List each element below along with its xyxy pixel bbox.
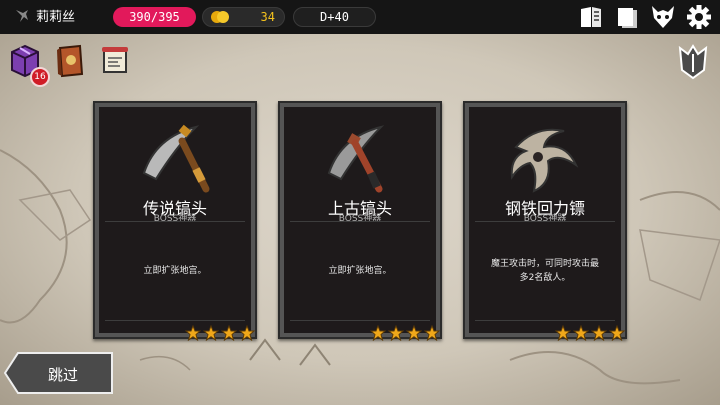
card-description: 立即扩张地宫。 (328, 266, 392, 276)
card-description: 立即扩张地宫。 (143, 266, 207, 276)
card-description-box: 立即扩张地宫。 (290, 221, 430, 321)
gold-value: 34 (260, 10, 275, 24)
rating-stars (555, 325, 625, 341)
player-info: 莉莉丝 (14, 6, 75, 25)
artifact-card-3[interactable]: 钢铁回力镖 BOSS神器 魔王攻击时，可同时攻击最多2名敌人。 (463, 101, 627, 341)
star-icon (555, 325, 571, 341)
card-body: 上古镐头 BOSS神器 立即扩张地宫。 (284, 107, 436, 333)
day-counter: D+40 (293, 7, 376, 27)
star-icon (406, 325, 422, 341)
legendary-pickaxe-icon (142, 124, 210, 193)
star-icon (591, 325, 607, 341)
card-body: 传说镐头 BOSS神器 立即扩张地宫。 (99, 107, 251, 333)
scroll-map-icon[interactable] (98, 42, 132, 80)
top-status-bar: 莉莉丝 390/395 34 D+40 (0, 0, 720, 34)
star-icon (573, 325, 589, 341)
card-description: 魔王攻击时，可同时攻击最多2名敌人。 (490, 259, 599, 283)
star-icon (388, 325, 404, 341)
gold-coin-icon (211, 11, 229, 23)
ancient-pickaxe-icon (327, 125, 385, 193)
skip-button[interactable]: 跳过 (4, 352, 114, 394)
card-body: 钢铁回力镖 BOSS神器 魔王攻击时，可同时攻击最多2名敌人。 (469, 107, 621, 333)
star-icon (221, 325, 237, 341)
winged-helmet-icon[interactable] (676, 42, 710, 82)
artifact-card-1[interactable]: 传说镐头 BOSS神器 立即扩张地宫。 (93, 101, 257, 341)
card-description-box: 魔王攻击时，可同时攻击最多2名敌人。 (475, 221, 615, 321)
star-icon (203, 325, 219, 341)
star-icon (424, 325, 440, 341)
star-icon (609, 325, 625, 341)
quest-book-icon[interactable] (578, 4, 604, 30)
star-icon (370, 325, 386, 341)
card-description-box: 立即扩张地宫。 (105, 221, 245, 321)
gear-icon[interactable] (686, 4, 712, 30)
hp-counter: 390/395 (113, 7, 196, 27)
star-icon (185, 325, 201, 341)
spellbook-icon[interactable] (54, 42, 88, 80)
codex-icon[interactable] (614, 4, 640, 30)
skip-label: 跳过 (48, 366, 79, 384)
dragon-emblem-icon (16, 9, 28, 22)
steel-boomerang-icon (510, 128, 579, 193)
rating-stars (370, 325, 440, 341)
gold-counter: 34 (202, 7, 285, 27)
rating-stars (185, 325, 255, 341)
star-icon (239, 325, 255, 341)
player-name: 莉莉丝 (36, 10, 76, 25)
demon-mask-icon[interactable] (650, 4, 676, 30)
notification-badge: 16 (30, 67, 50, 87)
artifact-card-2[interactable]: 上古镐头 BOSS神器 立即扩张地宫。 (278, 101, 442, 341)
